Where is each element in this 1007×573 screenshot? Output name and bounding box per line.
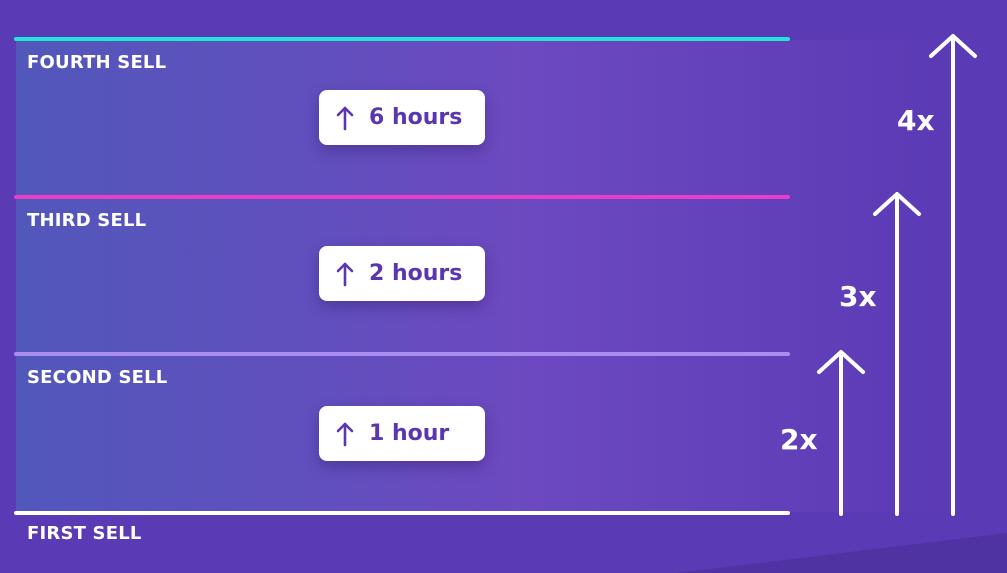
- arrow-up-icon: [929, 34, 977, 516]
- multiplier-4x-label: 4x: [897, 104, 935, 137]
- arrow-up-icon: [873, 192, 921, 516]
- arrow-up-icon: [817, 350, 865, 516]
- diagram: FOURTH SELL THIRD SELL SECOND SELL FIRST…: [0, 0, 1007, 573]
- multiplier-2x-label: 2x: [780, 423, 818, 456]
- multiplier-3x-label: 3x: [839, 280, 877, 313]
